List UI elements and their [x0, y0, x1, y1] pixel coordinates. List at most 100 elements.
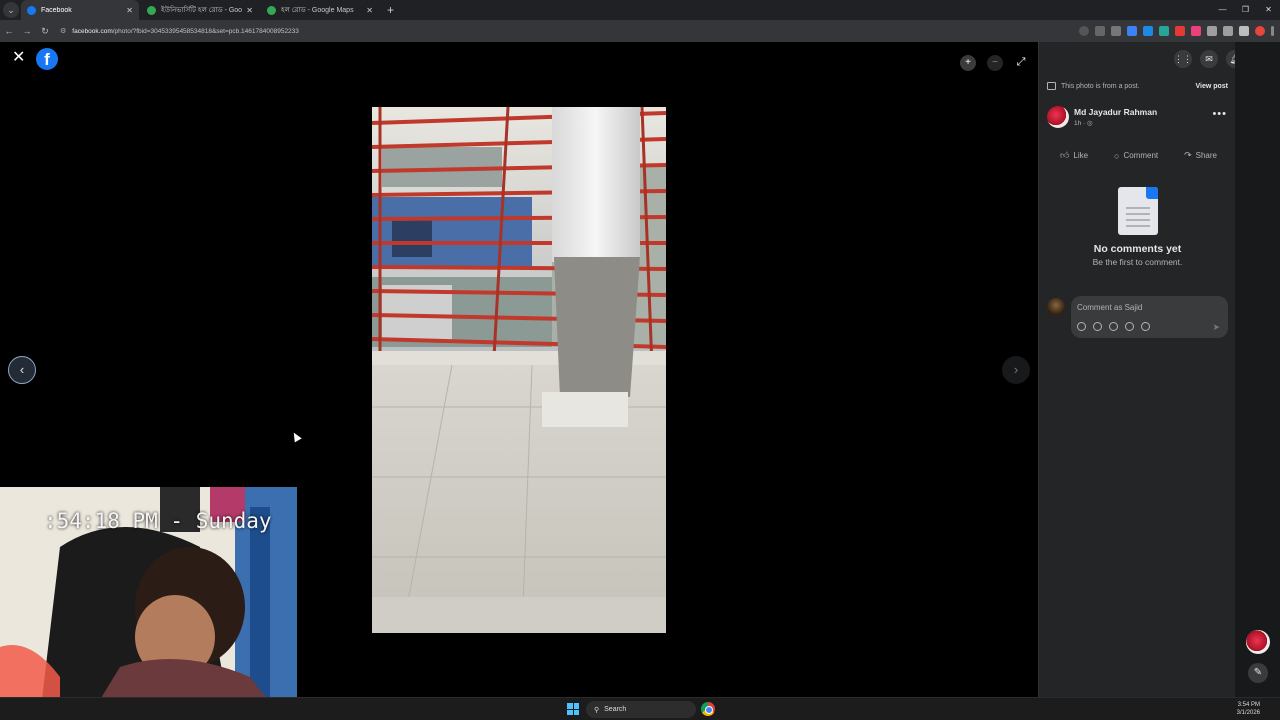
facebook-logo[interactable]: f [36, 48, 58, 70]
windows-start-icon[interactable] [567, 703, 579, 715]
puzzle-icon[interactable] [1223, 26, 1233, 36]
share-button[interactable]: ↷ Share [1184, 150, 1217, 161]
extension-icon[interactable] [1143, 26, 1153, 36]
forward-icon[interactable]: → [18, 26, 36, 36]
close-icon[interactable]: ✕ [12, 50, 25, 66]
contacts-rail [1235, 42, 1280, 697]
from-post-text: This photo is from a post. [1061, 82, 1140, 90]
comment-tools [1077, 322, 1150, 331]
clock-time: 3:54 PM [1237, 702, 1260, 708]
search-icon: ⚲ [594, 706, 600, 714]
extension-icon[interactable] [1127, 26, 1137, 36]
no-comments-subtitle: Be the first to comment. [1092, 257, 1183, 267]
close-window-icon[interactable]: ✕ [1257, 0, 1280, 20]
extension-icon[interactable] [1239, 26, 1249, 36]
fullscreen-icon[interactable]: ⤢ [1014, 55, 1028, 69]
address-bar[interactable]: ⚙ facebook.com/photo/?fbid=3045339545853… [60, 23, 1084, 39]
like-button[interactable]: 👍︎ Like [1060, 150, 1088, 161]
site-info-icon[interactable]: ⚙ [60, 27, 66, 35]
send-icon[interactable]: ➤ [1212, 322, 1220, 333]
messenger-icon[interactable]: ✉ [1200, 50, 1218, 68]
post-actions: 👍︎ Like ○ Comment ↷ Share [1047, 150, 1230, 161]
balcony-photo [372, 107, 666, 633]
menu-grid-icon[interactable]: ⋮⋮ [1174, 50, 1192, 68]
close-icon[interactable]: ✕ [366, 6, 373, 15]
browser-tab-strip: ⌄ Facebook ✕ ইউনিভার্সিটি হল রোড - Googl… [0, 0, 1280, 20]
from-post-banner: This photo is from a post. View post [1039, 76, 1236, 96]
document-icon [1117, 187, 1158, 235]
view-post-link[interactable]: View post [1195, 83, 1228, 90]
comment-label: Comment [1123, 151, 1159, 160]
share-label: Share [1195, 151, 1217, 160]
tab-label: ইউনিভার্সিটি হল রোড - Google [161, 7, 243, 14]
cast-icon[interactable] [1095, 26, 1105, 36]
comment-input[interactable]: Comment as Sajid ➤ [1071, 296, 1228, 338]
webcam-clock: :54:18 PM - Sunday [44, 509, 272, 533]
more-options-icon[interactable]: ••• [1212, 108, 1227, 120]
close-icon[interactable]: ✕ [126, 6, 133, 15]
emoji-icon[interactable] [1093, 322, 1102, 331]
taskbar-search[interactable]: ⚲ Search [586, 701, 696, 718]
sticker-icon[interactable] [1141, 322, 1150, 331]
tab-search-icon[interactable]: ⌄ [3, 2, 19, 18]
extensions-bar [1079, 20, 1280, 42]
no-comments-title: No comments yet [1093, 243, 1182, 255]
reload-icon[interactable]: ↻ [36, 26, 54, 37]
browser-toolbar: ← → ↻ ⚙ facebook.com/photo/?fbid=3045339… [0, 20, 1280, 42]
tab-facebook[interactable]: Facebook ✕ [21, 0, 139, 20]
url-path: /photo/?fbid=30453395458534818&set=pcb.1… [112, 27, 299, 35]
post-timestamp[interactable]: 1h · ◎ [1074, 119, 1093, 127]
url-host: facebook.com [72, 27, 113, 35]
new-message-icon[interactable]: ✎ [1248, 663, 1268, 683]
like-icon: 👍︎ [1059, 150, 1070, 160]
maximize-icon[interactable]: ❐ [1234, 0, 1257, 20]
taskbar: ⚲ Search 3:54 PM 3/1/2026 [0, 697, 1280, 720]
close-icon[interactable]: ✕ [246, 6, 253, 15]
webcam-overlay: :54:18 PM - Sunday [0, 487, 297, 716]
like-label: Like [1073, 151, 1089, 160]
profile-avatar[interactable] [1255, 26, 1265, 36]
camera-icon[interactable] [1109, 322, 1118, 331]
menu-icon[interactable] [1271, 26, 1274, 36]
mouse-cursor-icon [290, 430, 302, 443]
tab-google-search[interactable]: ইউনিভার্সিটি হল রোড - Google ✕ [141, 0, 259, 20]
avatar-sticker-icon[interactable] [1077, 322, 1086, 331]
timestamp-text: 1h · [1074, 120, 1088, 127]
gif-icon[interactable] [1125, 322, 1134, 331]
tab-label: Facebook [41, 6, 72, 14]
comment-icon: ○ [1114, 150, 1120, 161]
minimize-icon[interactable]: — [1211, 0, 1234, 20]
new-tab-button[interactable]: + [387, 3, 394, 17]
previous-photo-button[interactable]: ‹ [8, 356, 36, 384]
star-icon[interactable] [1111, 26, 1121, 36]
tab-label: হল রোড - Google Maps [281, 7, 354, 14]
zoom-in-icon[interactable]: + [960, 55, 976, 71]
comment-composer: Comment as Sajid ➤ [1047, 296, 1228, 338]
share-icon: ↷ [1184, 150, 1192, 160]
post-photo [372, 107, 666, 633]
extension-icon[interactable] [1191, 26, 1201, 36]
chat-avatar[interactable] [1246, 630, 1270, 654]
system-clock[interactable]: 3:54 PM 3/1/2026 [1237, 701, 1260, 717]
extension-icon[interactable] [1207, 26, 1217, 36]
user-avatar [1047, 298, 1065, 316]
maps-pin-icon [147, 5, 156, 15]
empty-comments: No comments yet Be the first to comment. [1039, 187, 1236, 267]
post-icon [1047, 82, 1056, 90]
post-details-panel: This photo is from a post. View post Md … [1038, 42, 1235, 697]
taskbar-search-label: Search [604, 706, 627, 713]
author-name[interactable]: Md Jayadur Rahman [1074, 107, 1157, 117]
tab-google-maps[interactable]: হল রোড - Google Maps ✕ [261, 0, 379, 20]
post-author: Md Jayadur Rahman 1h · ◎ ••• [1047, 106, 1227, 130]
clock-date: 3/1/2026 [1236, 710, 1260, 716]
extension-icon[interactable] [1175, 26, 1185, 36]
photo-viewer: ✕ f + − ⤢ ‹ ›:54:18 PM - Sunday [0, 42, 1038, 716]
author-avatar[interactable] [1047, 106, 1069, 128]
comment-button[interactable]: ○ Comment [1114, 150, 1158, 161]
next-photo-button[interactable]: › [1002, 356, 1030, 384]
back-icon[interactable]: ← [0, 26, 18, 36]
chrome-icon[interactable] [701, 702, 715, 716]
extension-icon[interactable] [1159, 26, 1169, 36]
zoom-icon[interactable] [1079, 26, 1089, 36]
zoom-out-icon[interactable]: − [987, 55, 1003, 71]
